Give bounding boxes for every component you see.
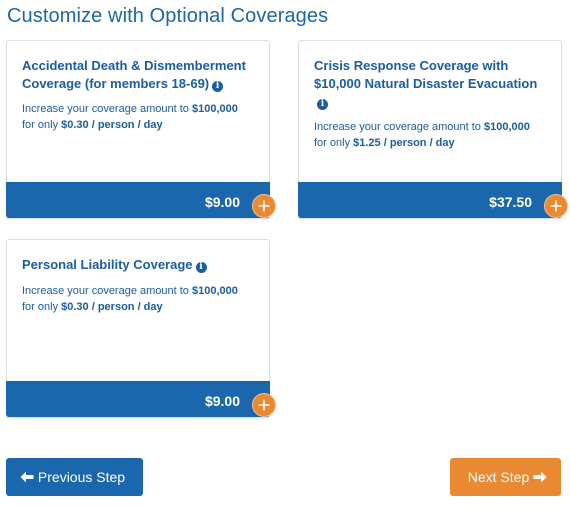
desc-middle: for only — [22, 301, 62, 313]
desc-middle: for only — [314, 137, 354, 149]
coverage-amount: $100,000 — [483, 121, 530, 133]
coverage-card-add: Accidental Death & Dismemberment Coverag… — [6, 40, 276, 219]
desc-middle: for only — [22, 119, 62, 131]
desc-prefix: Increase your coverage amount to — [22, 285, 192, 297]
previous-step-label: Previous Step — [37, 469, 126, 485]
page-title: Customize with Optional Coverages — [7, 5, 329, 27]
coverage-price: $37.50 — [489, 194, 532, 210]
coverage-card-crisis: Crisis Response Coverage with $10,000 Na… — [298, 40, 568, 219]
plus-icon — [258, 399, 270, 411]
coverage-title-text: Crisis Response Coverage with $10,000 Na… — [314, 58, 538, 91]
desc-prefix: Increase your coverage amount to — [314, 121, 484, 133]
plus-icon — [550, 200, 562, 212]
coverage-price: $9.00 — [204, 194, 240, 210]
next-step-button[interactable]: Next Step — [450, 458, 561, 496]
plus-icon — [258, 200, 270, 212]
coverage-rate: $1.25 / person / day — [353, 137, 455, 149]
add-coverage-button[interactable] — [544, 194, 568, 218]
add-coverage-button[interactable] — [252, 393, 276, 417]
price-bar: $9.00 — [6, 182, 276, 218]
previous-step-button[interactable]: Previous Step — [6, 458, 143, 496]
desc-prefix: Increase your coverage amount to — [22, 103, 192, 115]
info-icon[interactable]: i — [317, 99, 328, 110]
arrow-right-icon — [533, 471, 547, 483]
info-icon[interactable]: i — [195, 262, 207, 273]
add-coverage-button[interactable] — [252, 194, 276, 218]
coverage-title: Accidental Death & Dismemberment Coverag… — [22, 57, 255, 93]
price-bar: $9.00 — [6, 381, 276, 417]
coverage-rate: $0.30 / person / day — [61, 119, 163, 131]
coverage-rate: $0.30 / person / day — [61, 301, 163, 313]
coverage-title: Personal Liability Coverage i — [22, 256, 255, 274]
info-icon[interactable]: i — [212, 81, 224, 92]
coverage-title: Crisis Response Coverage with $10,000 Na… — [314, 57, 547, 111]
coverage-price: $9.00 — [204, 393, 240, 409]
arrow-left-icon — [20, 471, 34, 483]
coverage-card-liability: Personal Liability Coverage i Increase yo… — [6, 239, 276, 418]
coverage-description: Increase your coverage amount to $100,00… — [314, 119, 551, 151]
coverage-title-text: Personal Liability Coverage — [22, 257, 193, 272]
coverage-description: Increase your coverage amount to $100,00… — [22, 101, 259, 133]
next-step-label: Next Step — [467, 469, 530, 485]
price-bar: $37.50 — [298, 182, 568, 218]
coverage-description: Increase your coverage amount to $100,00… — [22, 283, 259, 315]
coverage-amount: $100,000 — [191, 285, 238, 297]
coverage-amount: $100,000 — [191, 103, 238, 115]
